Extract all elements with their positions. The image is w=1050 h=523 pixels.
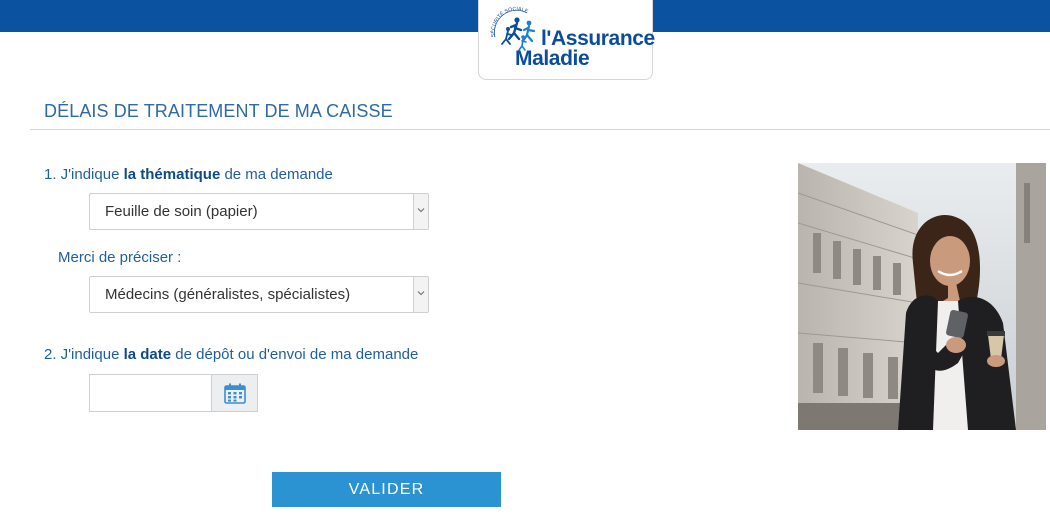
seal-text: SÉCURITÉ SOCIALE (489, 6, 529, 37)
photo-woman-with-phone (798, 163, 1046, 430)
question-1-suffix: de ma demande (220, 166, 333, 183)
submit-button[interactable]: VALIDER (272, 472, 501, 507)
precision-label: Merci de préciser : (58, 249, 182, 266)
question-1-label: 1. J'indique la thématique de ma demande (44, 166, 333, 183)
brand-line1: l'Assurance (541, 27, 655, 50)
title-divider (30, 129, 1050, 130)
question-2-prefix: 2. J'indique (44, 346, 124, 363)
chevron-down-icon (417, 208, 425, 213)
question-1-bold: la thématique (123, 166, 221, 183)
precision-select-arrow[interactable] (413, 277, 428, 312)
question-2-suffix: de dépôt ou d'envoi de ma demande (171, 346, 419, 363)
precision-select-value: Médecins (généralistes, spécialistes) (105, 286, 351, 303)
brand-logo[interactable]: SÉCURITÉ SOCIALE l'Assurance Maladie (478, 0, 655, 80)
question-2-label: 2. J'indique la date de dépôt ou d'envoi… (44, 346, 418, 363)
theme-select-value: Feuille de soin (papier) (105, 203, 258, 220)
precision-select[interactable]: Médecins (généralistes, spécialistes) (89, 276, 429, 313)
date-picker-button[interactable] (211, 374, 258, 412)
question-1-prefix: 1. J'indique (44, 166, 124, 183)
question-2-bold: la date (123, 346, 172, 363)
date-input[interactable] (89, 374, 211, 412)
brand-wordmark: l'Assurance Maladie (515, 27, 655, 69)
page-title: DÉLAIS DE TRAITEMENT DE MA CAISSE (44, 101, 393, 121)
theme-select-arrow[interactable] (413, 194, 428, 229)
theme-select[interactable]: Feuille de soin (papier) (89, 193, 429, 230)
chevron-down-icon (417, 291, 425, 296)
calendar-icon (224, 383, 246, 404)
svg-text:SÉCURITÉ SOCIALE: SÉCURITÉ SOCIALE (489, 6, 529, 37)
brand-line2: Maladie (515, 47, 590, 70)
illustration-photo (798, 163, 1046, 430)
